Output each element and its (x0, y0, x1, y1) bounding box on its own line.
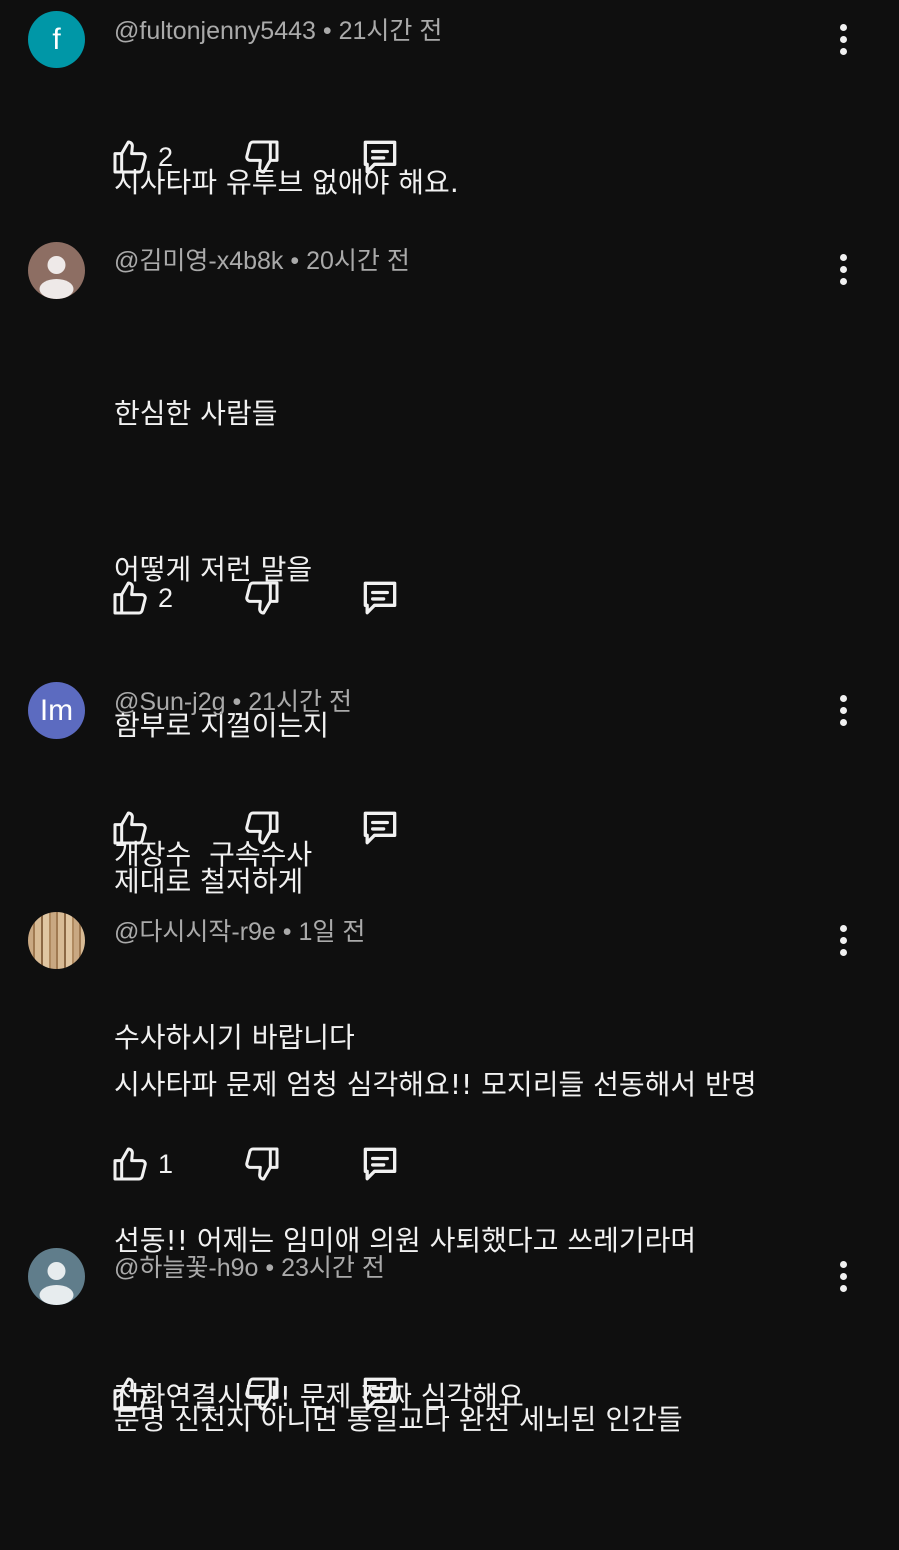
dislike-button[interactable] (242, 806, 282, 850)
comment-author[interactable]: @김미영-x4b8k (114, 247, 283, 275)
comment-author[interactable]: @하늘꽃-h9o (114, 1254, 258, 1282)
avatar-letter: Im (39, 693, 74, 727)
dislike-button[interactable] (242, 576, 282, 620)
avatar[interactable] (28, 1248, 85, 1305)
like-count: 2 (158, 582, 174, 613)
comment-time[interactable]: 21시간 전 (339, 17, 443, 45)
avatar[interactable] (28, 242, 85, 299)
comment-actions (110, 806, 430, 850)
like-button[interactable] (110, 1372, 158, 1416)
meta-separator: • (283, 247, 307, 275)
reply-icon (358, 1372, 402, 1416)
like-button[interactable]: 2 (110, 135, 173, 179)
more-options-icon[interactable] (828, 249, 858, 289)
like-button[interactable]: 1 (110, 1142, 173, 1186)
comment-time[interactable]: 20시간 전 (306, 247, 410, 275)
like-button[interactable] (110, 806, 158, 850)
thumbs-down-icon (242, 578, 282, 618)
comment-actions: 2 (110, 135, 430, 179)
comment-actions: 2 (110, 576, 430, 620)
dislike-button[interactable] (242, 1372, 282, 1416)
reply-button[interactable] (358, 135, 402, 179)
thumbs-up-icon (110, 1374, 150, 1414)
comment-meta: @김미영-x4b8k • 20시간 전 (114, 246, 410, 276)
comment-meta: @하늘꽃-h9o • 23시간 전 (114, 1253, 385, 1283)
dislike-button[interactable] (242, 135, 282, 179)
thumbs-up-icon (110, 1144, 150, 1184)
comment-author[interactable]: @다시시작-r9e (114, 918, 276, 946)
thumbs-up-icon (110, 578, 150, 618)
dislike-button[interactable] (242, 1142, 282, 1186)
thumbs-up-icon (110, 808, 150, 848)
reply-button[interactable] (358, 806, 402, 850)
like-count: 1 (158, 1148, 174, 1179)
avatar[interactable]: f (28, 11, 85, 68)
person-silhouette-icon (28, 1248, 85, 1305)
more-options-icon[interactable] (828, 1256, 858, 1296)
avatar[interactable] (28, 912, 85, 969)
reply-icon (358, 806, 402, 850)
thumbs-down-icon (242, 1144, 282, 1184)
thumbs-up-icon (110, 137, 150, 177)
comment-time[interactable]: 21시간 전 (248, 688, 352, 716)
thumbs-down-icon (242, 808, 282, 848)
comment-line: 시사타파 문제 엄청 심각해요!! 모지리들 선동해서 반명 (114, 1068, 757, 1101)
comment-author[interactable]: @fultonjenny5443 (114, 17, 316, 45)
avatar-letter: f (52, 22, 61, 56)
reply-icon (358, 135, 402, 179)
comment-meta: @fultonjenny5443 • 21시간 전 (114, 16, 442, 46)
like-count: 2 (158, 141, 174, 172)
thumbs-down-icon (242, 137, 282, 177)
comment-time[interactable]: 23시간 전 (281, 1254, 385, 1282)
avatar[interactable]: Im (28, 682, 85, 739)
comment-actions (110, 1372, 430, 1416)
reply-icon (358, 1142, 402, 1186)
comment-text: 분명 신천지 아니면 통일교다 완전 세뇌된 인간들 (114, 1290, 683, 1550)
comment-meta: @다시시작-r9e • 1일 전 (114, 917, 365, 947)
like-button[interactable]: 2 (110, 576, 173, 620)
meta-separator: • (258, 1254, 282, 1282)
comment-actions: 1 (110, 1142, 430, 1186)
more-options-icon[interactable] (828, 19, 858, 59)
comment-meta: @Sun-j2g • 21시간 전 (114, 687, 352, 717)
meta-separator: • (275, 918, 299, 946)
more-options-icon[interactable] (828, 920, 858, 960)
comment-time[interactable]: 1일 전 (299, 918, 366, 946)
comment-author[interactable]: @Sun-j2g (114, 688, 226, 716)
meta-separator: • (225, 688, 249, 716)
thumbs-down-icon (242, 1374, 282, 1414)
person-silhouette-icon (28, 242, 85, 299)
meta-separator: • (315, 17, 339, 45)
reply-button[interactable] (358, 576, 402, 620)
reply-button[interactable] (358, 1142, 402, 1186)
reply-icon (358, 576, 402, 620)
comment-line: 한심한 사람들 (114, 397, 278, 430)
more-options-icon[interactable] (828, 690, 858, 730)
reply-button[interactable] (358, 1372, 402, 1416)
